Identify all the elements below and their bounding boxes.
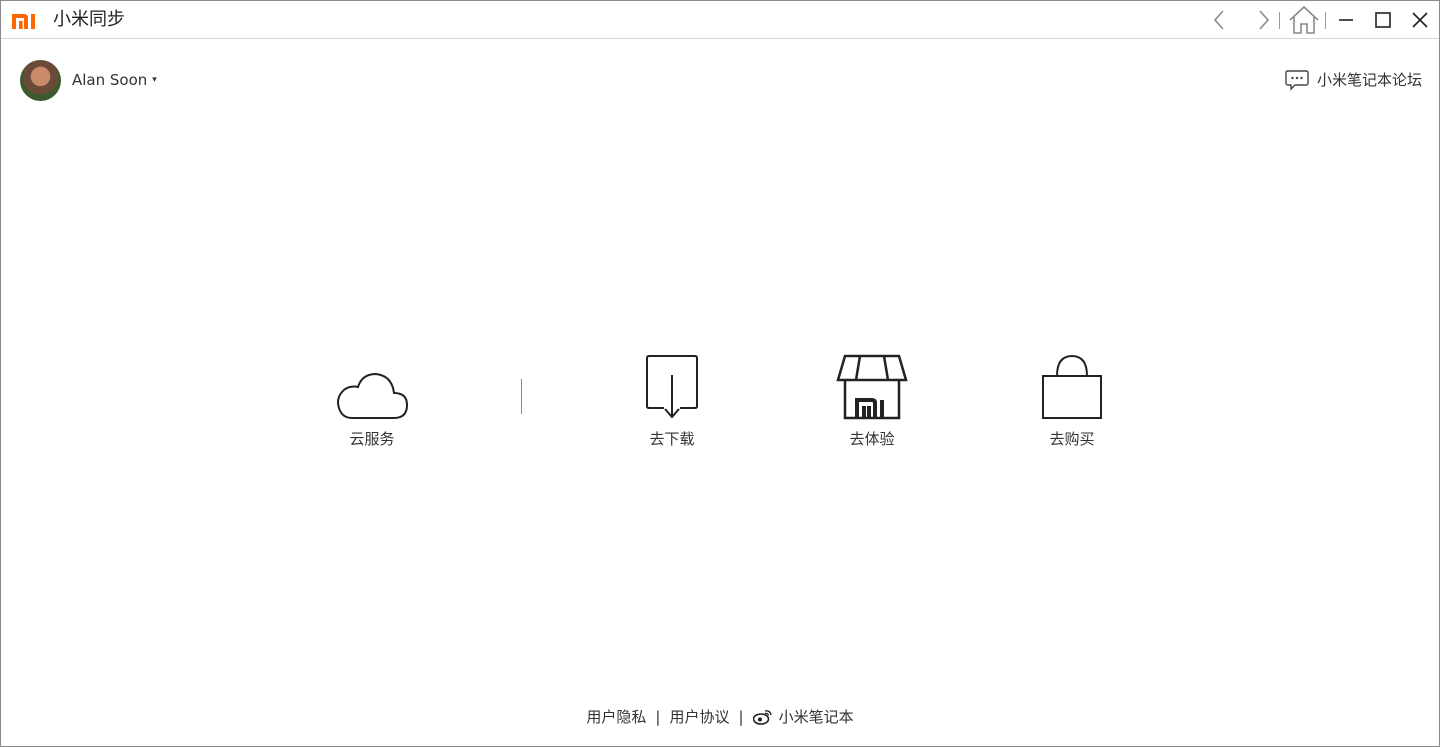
weibo-link[interactable]: 小米笔记本 [752,706,854,728]
download-label: 去下载 [649,430,695,448]
shopping-bag-icon [1042,354,1102,419]
chat-bubble-icon [1285,70,1309,91]
caret-down-icon: ▾ [152,75,157,85]
close-icon [1412,12,1428,28]
home-button[interactable] [1287,5,1321,35]
buy-label: 去购买 [1049,430,1095,448]
agreement-link[interactable]: 用户协议 [669,706,729,728]
buy-button[interactable]: 去购买 [1007,349,1137,459]
mi-logo-icon [11,11,43,31]
avatar[interactable] [20,60,61,101]
minimize-icon [1339,19,1353,21]
close-button[interactable] [1409,5,1431,35]
forum-label: 小米笔记本论坛 [1316,71,1422,89]
forum-link[interactable]: 小米笔记本论坛 [1285,69,1422,91]
cloud-icon [337,372,409,419]
weibo-label: 小米笔记本 [778,708,854,726]
app-window: 小米同步 Alan Soon ▾ 小米笔记本论坛 云服务 去下载 去体验 去购买… [0,0,1440,747]
store-icon [836,354,908,420]
chevron-right-icon [1259,10,1270,30]
cloud-service-button[interactable]: 云服务 [307,349,437,459]
footer-separator-2: | [738,708,744,726]
maximize-button[interactable] [1372,5,1394,35]
download-button[interactable]: 去下载 [607,349,737,459]
section-divider [521,379,522,414]
download-icon [646,355,698,419]
chevron-left-icon [1213,10,1224,30]
forward-button[interactable] [1251,5,1277,35]
user-menu[interactable]: Alan Soon ▾ [72,71,157,89]
home-icon [1289,5,1319,34]
user-name: Alan Soon [72,71,148,89]
app-title: 小米同步 [53,9,125,30]
privacy-link[interactable]: 用户隐私 [586,706,646,728]
maximize-icon [1375,12,1391,28]
titlebar-divider [1279,12,1280,29]
back-button[interactable] [1206,5,1232,35]
footer-separator: | [655,708,661,726]
footer: 用户隐私 | 用户协议 | 小米笔记本 [1,706,1439,728]
cloud-service-label: 云服务 [349,430,395,448]
minimize-button[interactable] [1335,5,1357,35]
experience-button[interactable]: 去体验 [807,349,937,459]
experience-label: 去体验 [849,430,895,448]
title-bar: 小米同步 [1,1,1439,39]
weibo-icon [752,710,772,725]
titlebar-divider-2 [1325,12,1326,29]
